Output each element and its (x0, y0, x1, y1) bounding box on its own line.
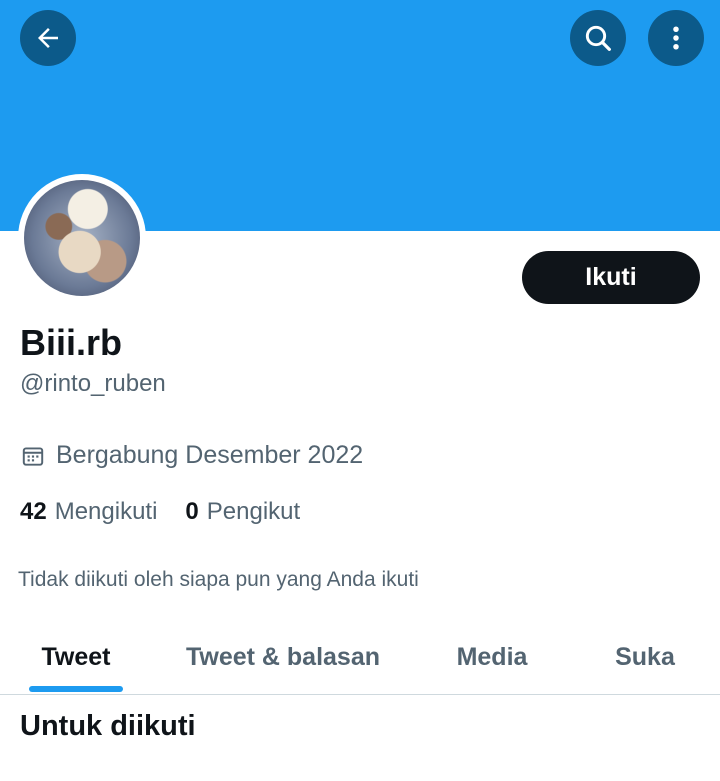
back-button[interactable] (20, 10, 76, 66)
following-label: Mengikuti (54, 498, 158, 525)
following-count: 42 (20, 498, 47, 525)
display-name: Biii.rb (20, 322, 123, 363)
user-handle: @rinto_ruben (20, 370, 166, 397)
who-to-follow-title: Untuk diikuti (20, 710, 196, 742)
following-link[interactable]: 42 Mengikuti (20, 498, 157, 526)
arrow-left-icon (38, 28, 58, 48)
follow-stats: 42 Mengikuti 0 Pengikut (20, 498, 300, 526)
followers-count: 0 (185, 498, 199, 525)
avatar-image (24, 180, 140, 296)
follow-button[interactable]: Ikuti (522, 251, 700, 304)
more-vertical-icon (673, 26, 679, 50)
more-options-button[interactable] (648, 10, 704, 66)
search-icon (585, 25, 611, 51)
profile-tabs: Tweet Tweet & balasan Media Suka (0, 620, 720, 695)
search-button[interactable] (570, 10, 626, 66)
tab-media[interactable]: Media (414, 620, 570, 694)
tab-tweet[interactable]: Tweet (0, 620, 152, 694)
joined-date: Bergabung Desember 2022 (20, 441, 363, 470)
followers-link[interactable]: 0 Pengikut (185, 498, 300, 526)
not-followed-notice: Tidak diikuti oleh siapa pun yang Anda i… (18, 568, 419, 591)
tab-tweet-replies[interactable]: Tweet & balasan (152, 620, 414, 694)
tab-likes[interactable]: Suka (570, 620, 720, 694)
followers-label: Pengikut (206, 498, 301, 525)
joined-text: Bergabung Desember 2022 (56, 441, 364, 469)
avatar[interactable] (18, 174, 146, 302)
calendar-icon (22, 446, 44, 466)
active-tab-indicator (29, 686, 123, 692)
